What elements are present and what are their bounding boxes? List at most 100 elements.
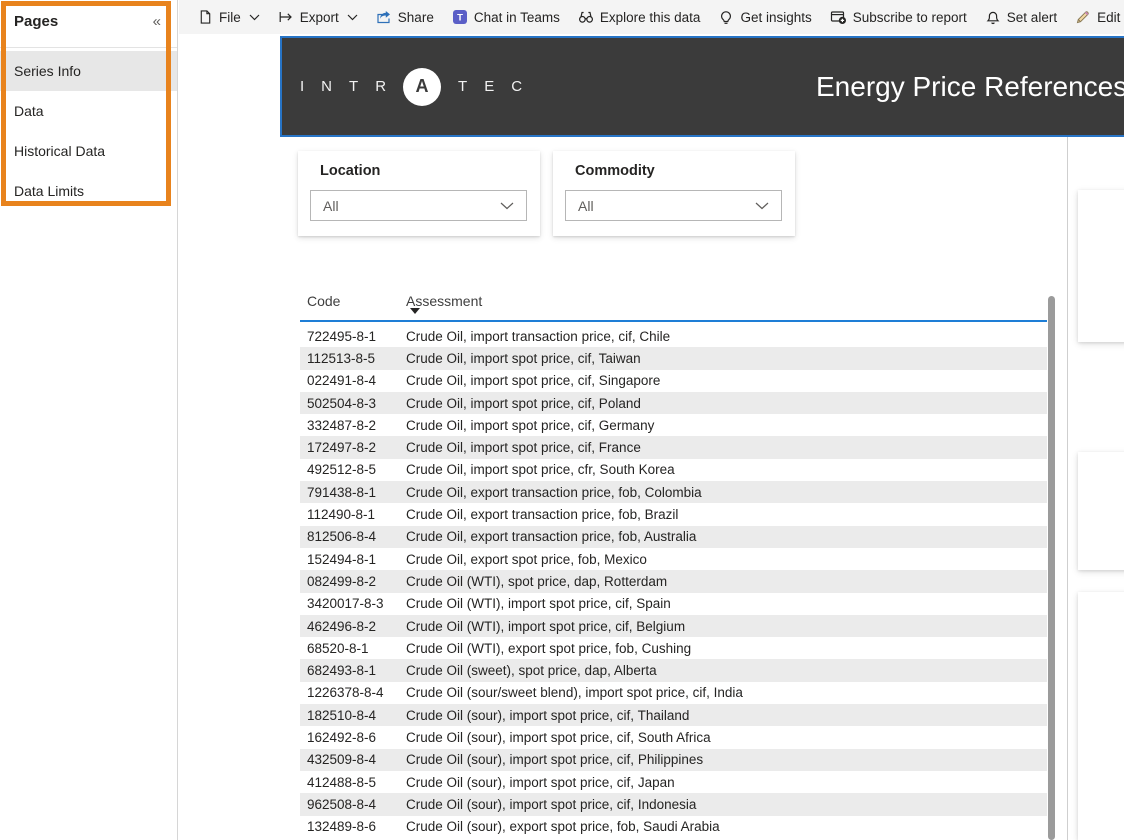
explore-this-data-button[interactable]: Explore this data: [569, 0, 710, 34]
chat-in-teams-label: Chat in Teams: [474, 10, 560, 25]
code-cell: 162492-8-6: [300, 730, 406, 745]
assessment-cell: Crude Oil (sour), import spot price, cif…: [406, 775, 1047, 790]
chevron-down-icon: [755, 202, 769, 210]
table-row[interactable]: 112490-8-1Crude Oil, export transaction …: [300, 503, 1047, 525]
table-row[interactable]: 502504-8-3Crude Oil, import spot price, …: [300, 392, 1047, 414]
sidebar-item-series-info[interactable]: Series Info: [0, 51, 177, 91]
get-insights-button[interactable]: Get insights: [709, 0, 820, 34]
commodity-dropdown[interactable]: All: [565, 190, 782, 221]
table-row[interactable]: 432509-8-4Crude Oil (sour), import spot …: [300, 749, 1047, 771]
sidebar-item-historical-data[interactable]: Historical Data: [0, 131, 177, 171]
series-table: Code Assessment 722495-8-1Crude Oil, imp…: [300, 290, 1047, 840]
assessment-cell: Crude Oil, import spot price, cif, Germa…: [406, 418, 1047, 433]
table-scrollbar[interactable]: [1048, 296, 1055, 840]
table-row[interactable]: 172497-8-2Crude Oil, import spot price, …: [300, 436, 1047, 458]
table-row[interactable]: 332487-8-2Crude Oil, import spot price, …: [300, 414, 1047, 436]
code-cell: 791438-8-1: [300, 485, 406, 500]
commodity-filter-label: Commodity: [575, 163, 795, 179]
sort-descending-icon: [410, 308, 420, 314]
pages-title: Pages: [14, 13, 58, 30]
assessment-cell: Crude Oil, import spot price, cif, Polan…: [406, 396, 1047, 411]
sidebar-item-data-limits[interactable]: Data Limits: [0, 171, 177, 211]
table-row[interactable]: 68520-8-1Crude Oil (WTI), export spot pr…: [300, 637, 1047, 659]
location-dropdown[interactable]: All: [310, 190, 527, 221]
code-cell: 022491-8-4: [300, 373, 406, 388]
code-cell: 132489-8-6: [300, 819, 406, 834]
table-row[interactable]: 682493-8-1Crude Oil (sweet), spot price,…: [300, 659, 1047, 681]
logo-letter: I: [300, 78, 304, 95]
subscribe-to-report-label: Subscribe to report: [853, 10, 967, 25]
code-cell: 112513-8-5: [300, 351, 406, 366]
table-row[interactable]: 812506-8-4Crude Oil, export transaction …: [300, 526, 1047, 548]
pages-header: Pages «: [0, 0, 177, 30]
table-row[interactable]: 3420017-8-3Crude Oil (WTI), import spot …: [300, 593, 1047, 615]
assessment-cell: Crude Oil, import spot price, cif, Franc…: [406, 440, 1047, 455]
file-menu-button[interactable]: File: [189, 0, 269, 34]
assessment-cell: Crude Oil, import transaction price, cif…: [406, 329, 1047, 344]
code-cell: 3420017-8-3: [300, 596, 406, 611]
assessment-cell: Crude Oil, export transaction price, fob…: [406, 485, 1047, 500]
intratec-logo: I N T R A T E C: [300, 68, 522, 106]
assessment-cell: Crude Oil (WTI), spot price, dap, Rotter…: [406, 574, 1047, 589]
location-filter-label: Location: [320, 163, 540, 179]
assessment-cell: Crude Oil (sour), export spot price, fob…: [406, 819, 1047, 834]
code-column-header[interactable]: Code: [300, 290, 406, 320]
subscribe-icon: [830, 9, 847, 25]
chevron-down-icon: [347, 14, 358, 21]
file-icon: [198, 9, 213, 25]
svg-text:T: T: [457, 13, 463, 24]
file-menu-label: File: [219, 10, 241, 25]
table-row[interactable]: 722495-8-1Crude Oil, import transaction …: [300, 325, 1047, 347]
assessment-cell: Crude Oil (sour/sweet blend), import spo…: [406, 685, 1047, 700]
export-menu-button[interactable]: Export: [269, 0, 367, 34]
report-toolbar: File Export Share T: [179, 0, 1124, 34]
canvas-right-divider: [1067, 137, 1068, 840]
assessment-cell: Crude Oil (sour), import spot price, cif…: [406, 730, 1047, 745]
clipped-visual-card: [1078, 592, 1124, 840]
table-row[interactable]: 962508-8-4Crude Oil (sour), import spot …: [300, 793, 1047, 815]
table-row[interactable]: 791438-8-1Crude Oil, export transaction …: [300, 481, 1047, 503]
subscribe-to-report-button[interactable]: Subscribe to report: [821, 0, 976, 34]
code-cell: 112490-8-1: [300, 507, 406, 522]
assessment-cell: Crude Oil (sour), import spot price, cif…: [406, 752, 1047, 767]
code-cell: 962508-8-4: [300, 797, 406, 812]
table-row[interactable]: 1226378-8-4Crude Oil (sour/sweet blend),…: [300, 682, 1047, 704]
table-row[interactable]: 152494-8-1Crude Oil, export spot price, …: [300, 548, 1047, 570]
table-row[interactable]: 412488-8-5Crude Oil (sour), import spot …: [300, 771, 1047, 793]
assessment-cell: Crude Oil, export spot price, fob, Mexic…: [406, 552, 1047, 567]
table-row[interactable]: 082499-8-2Crude Oil (WTI), spot price, d…: [300, 570, 1047, 592]
table-row[interactable]: 132489-8-6Crude Oil (sour), export spot …: [300, 816, 1047, 838]
table-row[interactable]: 022491-8-4Crude Oil, import spot price, …: [300, 370, 1047, 392]
table-row[interactable]: 492512-8-5Crude Oil, import spot price, …: [300, 459, 1047, 481]
logo-letter: R: [375, 78, 386, 95]
collapse-pane-icon[interactable]: «: [153, 13, 161, 30]
code-cell: 722495-8-1: [300, 329, 406, 344]
chat-in-teams-button[interactable]: T Chat in Teams: [443, 0, 569, 34]
table-row[interactable]: 162492-8-6Crude Oil (sour), import spot …: [300, 726, 1047, 748]
table-row[interactable]: 182510-8-4Crude Oil (sour), import spot …: [300, 704, 1047, 726]
code-cell: 68520-8-1: [300, 641, 406, 656]
code-cell: 502504-8-3: [300, 396, 406, 411]
clipped-visual-card: [1078, 190, 1124, 342]
table-row[interactable]: 112513-8-5Crude Oil, import spot price, …: [300, 347, 1047, 369]
code-cell: 492512-8-5: [300, 462, 406, 477]
logo-letter: C: [511, 78, 522, 95]
location-dropdown-value: All: [323, 198, 339, 214]
teams-icon: T: [452, 9, 468, 25]
table-row[interactable]: 462496-8-2Crude Oil (WTI), import spot p…: [300, 615, 1047, 637]
assessment-cell: Crude Oil (WTI), import spot price, cif,…: [406, 596, 1047, 611]
assessment-column-header[interactable]: Assessment: [406, 290, 1047, 320]
commodity-filter-card: Commodity All: [553, 151, 795, 236]
share-button[interactable]: Share: [367, 0, 443, 34]
code-cell: 172497-8-2: [300, 440, 406, 455]
set-alert-button[interactable]: Set alert: [976, 0, 1066, 34]
code-cell: 332487-8-2: [300, 418, 406, 433]
report-viewer: Pages « Series Info Data Historical Data…: [0, 0, 1124, 840]
edit-button[interactable]: Edit: [1066, 0, 1124, 34]
assessment-cell: Crude Oil, import spot price, cif, Singa…: [406, 373, 1047, 388]
code-cell: 682493-8-1: [300, 663, 406, 678]
sidebar-item-data[interactable]: Data: [0, 91, 177, 131]
clipped-visual-card: [1078, 452, 1124, 570]
commodity-dropdown-value: All: [578, 198, 594, 214]
logo-letter: N: [321, 78, 332, 95]
